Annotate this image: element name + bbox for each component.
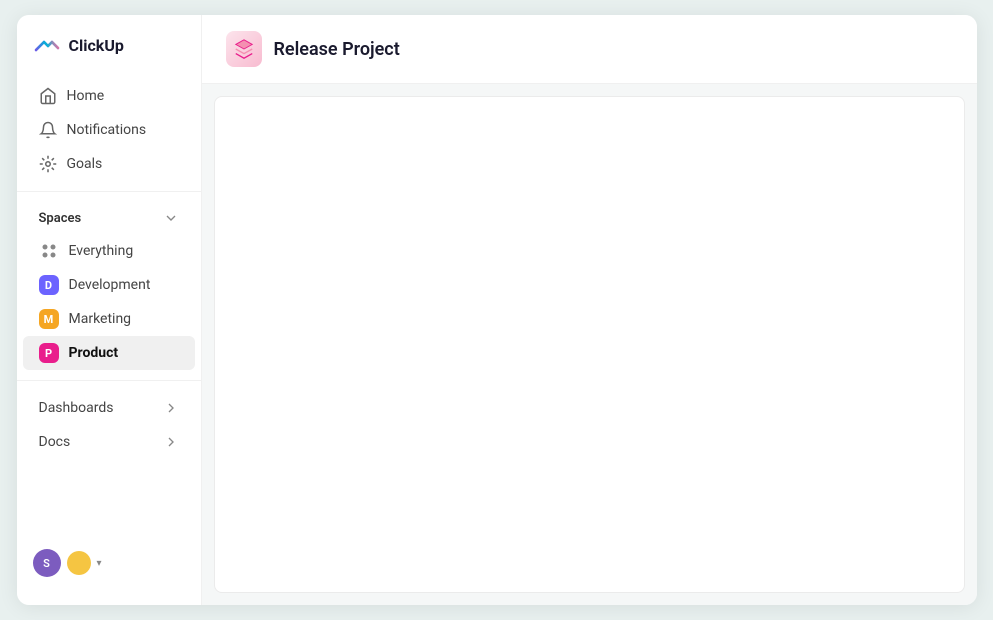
space-product-label: Product xyxy=(69,345,119,361)
docs-label: Docs xyxy=(39,434,71,450)
user-avatar-secondary xyxy=(67,551,91,575)
main-header: Release Project xyxy=(202,15,977,84)
content-panel xyxy=(214,96,965,593)
sidebar-bottom[interactable]: S ▾ xyxy=(17,537,201,589)
notifications-icon xyxy=(39,121,57,139)
section-divider-2 xyxy=(17,380,201,381)
nav-notifications[interactable]: Notifications xyxy=(23,113,195,147)
docs-chevron-area xyxy=(163,434,179,450)
collapsible-docs[interactable]: Docs xyxy=(23,425,195,459)
product-badge: P xyxy=(39,343,59,363)
notifications-label: Notifications xyxy=(67,122,147,138)
space-item-marketing[interactable]: M Marketing xyxy=(23,302,195,336)
space-marketing-label: Marketing xyxy=(69,311,132,327)
release-project-icon xyxy=(233,38,255,60)
app-container: ClickUp Home Notifications Goals xyxy=(17,15,977,605)
spaces-label: Spaces xyxy=(39,211,82,226)
dashboards-chevron-area xyxy=(163,400,179,416)
space-development-label: Development xyxy=(69,277,151,293)
home-label: Home xyxy=(67,88,105,104)
logo-area[interactable]: ClickUp xyxy=(17,31,201,79)
space-everything-label: Everything xyxy=(69,243,134,259)
dashboards-label: Dashboards xyxy=(39,400,114,416)
nav-home[interactable]: Home xyxy=(23,79,195,113)
docs-chevron-icon xyxy=(163,434,179,450)
home-icon xyxy=(39,87,57,105)
everything-dots-icon xyxy=(39,241,59,261)
goals-icon xyxy=(39,155,57,173)
development-badge: D xyxy=(39,275,59,295)
content-area xyxy=(202,84,977,605)
marketing-badge: M xyxy=(39,309,59,329)
space-item-product[interactable]: P Product xyxy=(23,336,195,370)
main-content: Release Project xyxy=(202,15,977,605)
user-avatar: S xyxy=(33,549,61,577)
section-divider xyxy=(17,191,201,192)
spaces-header[interactable]: Spaces xyxy=(23,202,195,234)
logo-text: ClickUp xyxy=(69,36,124,55)
space-item-everything[interactable]: Everything xyxy=(23,234,195,268)
dashboards-chevron-icon xyxy=(163,400,179,416)
spaces-chevron-icon xyxy=(163,210,179,226)
clickup-logo-icon xyxy=(33,31,61,59)
collapsible-dashboards[interactable]: Dashboards xyxy=(23,391,195,425)
sidebar: ClickUp Home Notifications Goals xyxy=(17,15,202,605)
user-dropdown-chevron-icon: ▾ xyxy=(97,558,102,569)
nav-goals[interactable]: Goals xyxy=(23,147,195,181)
project-icon xyxy=(226,31,262,67)
goals-label: Goals xyxy=(67,156,103,172)
project-title: Release Project xyxy=(274,39,400,60)
space-item-development[interactable]: D Development xyxy=(23,268,195,302)
